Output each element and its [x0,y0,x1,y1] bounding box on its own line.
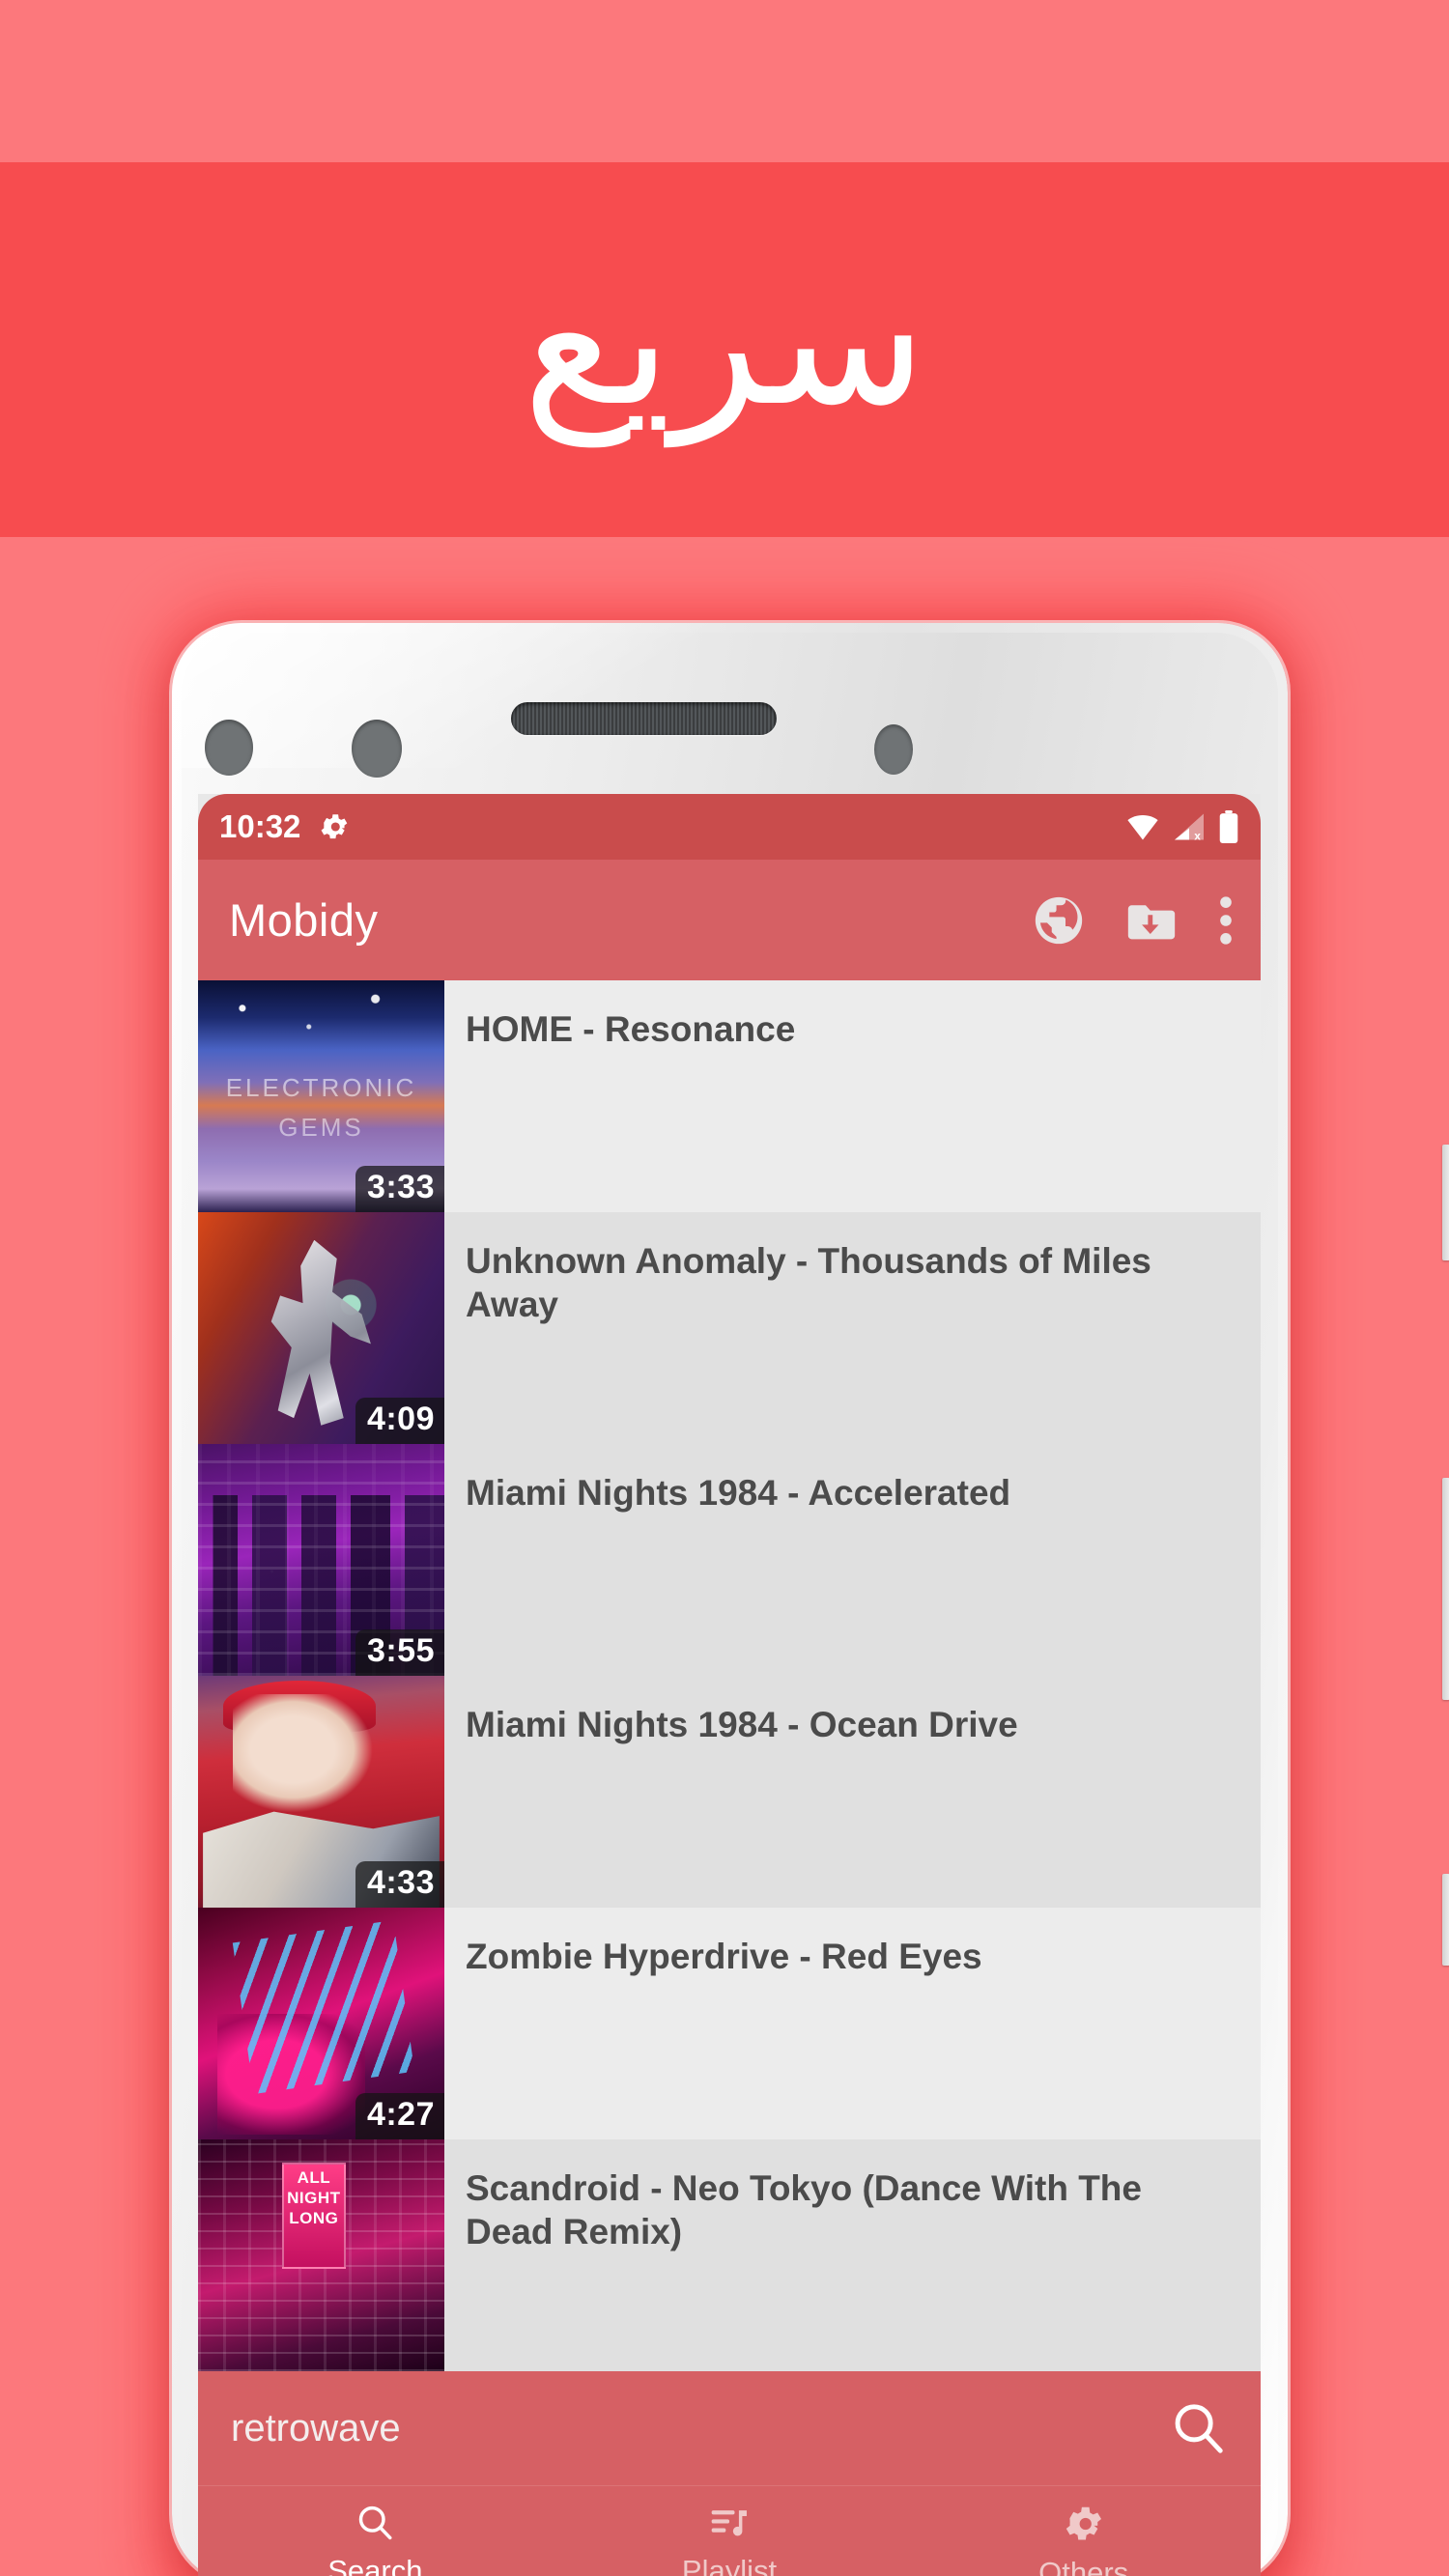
wifi-icon [1125,812,1160,841]
song-list[interactable]: ELECTRONIC GEMS 3:33 HOME - Resonance 4:… [198,980,1261,2371]
table-row[interactable]: 4:09 Unknown Anomaly - Thousands of Mile… [198,1212,1261,1444]
search-icon[interactable] [1168,2398,1228,2458]
tab-search-label: Search [327,2554,423,2576]
table-row[interactable]: 3:55 Miami Nights 1984 - Accelerated [198,1444,1261,1676]
search-input[interactable] [231,2406,1168,2450]
song-duration: 3:33 [355,1166,444,1212]
phone-screen: 10:32 x Mobidy ELECTRONIC GEMS 3:33 HOME… [198,794,1261,2576]
app-title: Mobidy [229,894,379,946]
song-thumbnail[interactable]: ALL NIGHT LONG [198,2139,444,2371]
promo-headline: سريع [522,238,927,442]
table-row[interactable]: 4:27 Zombie Hyperdrive - Red Eyes [198,1908,1261,2139]
tab-playlist[interactable]: Playlist [553,2486,907,2576]
song-thumbnail[interactable]: 4:09 [198,1212,444,1444]
song-thumbnail[interactable]: 3:55 [198,1444,444,1676]
table-row[interactable]: ALL NIGHT LONG Scandroid - Neo Tokyo (Da… [198,2139,1261,2371]
bottom-navigation: Search Playlist Others [198,2485,1261,2576]
song-title: HOME - Resonance [466,1009,796,1049]
tab-playlist-label: Playlist [681,2554,778,2576]
status-bar-clock: 10:32 [219,808,301,844]
tab-others[interactable]: Others [906,2486,1261,2576]
screenshot-root: سريع 10:32 x Mobidy ELECTRONIC GEMS 3:33… [0,0,1449,2576]
folder-download-icon[interactable] [1123,892,1179,948]
search-icon [354,2502,396,2544]
thumbnail-caption-primary: ALL NIGHT LONG [287,2167,341,2228]
song-thumbnail[interactable]: 4:27 [198,1908,444,2139]
song-thumbnail[interactable]: 4:33 [198,1676,444,1908]
song-duration: 4:27 [355,2093,444,2139]
song-duration: 4:09 [355,1398,444,1444]
cellular-no-sim-icon: x [1172,812,1207,841]
globe-icon[interactable] [1031,892,1087,948]
side-button-lower[interactable] [1442,1874,1449,1966]
thumbnail-caption-secondary: GEMS [278,1112,364,1142]
song-title: Scandroid - Neo Tokyo (Dance With The De… [466,2168,1142,2252]
table-row[interactable]: 4:33 Miami Nights 1984 - Ocean Drive [198,1676,1261,1908]
svg-text:x: x [1194,830,1201,842]
gear-icon [318,810,351,843]
playlist-music-icon [708,2502,751,2544]
table-row[interactable]: ELECTRONIC GEMS 3:33 HOME - Resonance [198,980,1261,1212]
ambient-light-sensor-icon [874,724,913,775]
volume-button[interactable] [1442,1478,1449,1700]
front-camera-icon [352,720,402,778]
gear-icon [1062,2502,1106,2546]
song-title: Zombie Hyperdrive - Red Eyes [466,1937,982,1976]
proximity-sensor-icon [205,720,253,776]
status-bar: 10:32 x [198,794,1261,860]
thumbnail-caption-primary: ELECTRONIC [225,1073,417,1102]
battery-full-icon [1218,810,1239,843]
power-button[interactable] [1442,1145,1449,1260]
song-thumbnail[interactable]: ELECTRONIC GEMS 3:33 [198,980,444,1212]
search-bar[interactable] [198,2371,1261,2485]
song-duration: 3:55 [355,1629,444,1676]
promo-banner: سريع [0,162,1449,537]
song-title: Miami Nights 1984 - Accelerated [466,1473,1011,1513]
overflow-menu-icon[interactable] [1216,892,1236,948]
tab-search[interactable]: Search [198,2486,553,2576]
song-duration: 4:33 [355,1861,444,1908]
tab-others-label: Others [1038,2556,1129,2576]
song-title: Unknown Anomaly - Thousands of Miles Awa… [466,1241,1151,1325]
song-title: Miami Nights 1984 - Ocean Drive [466,1705,1018,1744]
earpiece-speaker-grille [511,702,777,735]
app-bar: Mobidy [198,860,1261,980]
